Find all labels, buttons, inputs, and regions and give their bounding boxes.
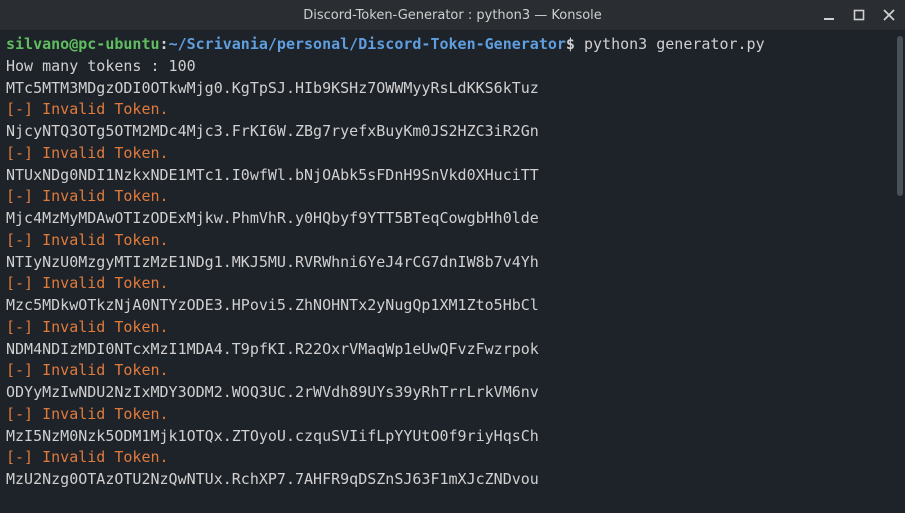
token-line: NTIyNzU0MzgyMTIzMzE1NDg1.MKJ5MU.RVRWhni6… bbox=[6, 252, 899, 274]
invalid-token-line: [-] Invalid Token. bbox=[6, 143, 899, 165]
minimize-button[interactable] bbox=[821, 7, 837, 23]
prompt-command: python3 generator.py bbox=[575, 35, 765, 53]
invalid-token-line: [-] Invalid Token. bbox=[6, 230, 899, 252]
token-line: NDM4NDIzMDI0NTcxMzI1MDA4.T9pfKI.R22OxrVM… bbox=[6, 339, 899, 361]
token-line: Mjc4MzMyMDAwOTIzODExMjkw.PhmVhR.y0HQbyf9… bbox=[6, 208, 899, 230]
prompt-dollar: $ bbox=[566, 35, 575, 53]
prompt-colon: : bbox=[160, 35, 169, 53]
titlebar: Discord-Token-Generator : python3 — Kons… bbox=[0, 0, 905, 30]
terminal-viewport[interactable]: silvano@pc-ubuntu:~/Scrivania/personal/D… bbox=[0, 30, 905, 513]
invalid-token-line: [-] Invalid Token. bbox=[6, 360, 899, 382]
prompt-line: silvano@pc-ubuntu:~/Scrivania/personal/D… bbox=[6, 34, 899, 56]
window-title: Discord-Token-Generator : python3 — Kons… bbox=[303, 8, 602, 23]
invalid-token-line: [-] Invalid Token. bbox=[6, 447, 899, 469]
token-line: Mzc5MDkwOTkzNjA0NTYzODE3.HPovi5.ZhNOHNTx… bbox=[6, 295, 899, 317]
invalid-token-line: [-] Invalid Token. bbox=[6, 186, 899, 208]
invalid-token-line: [-] Invalid Token. bbox=[6, 317, 899, 339]
maximize-button[interactable] bbox=[851, 7, 867, 23]
prompt-path: ~/Scrivania/personal/Discord-Token-Gener… bbox=[169, 35, 566, 53]
prompt-host: pc-ubuntu bbox=[78, 35, 159, 53]
token-line: ODYyMzIwNDU2NzIxMDY3ODM2.WOQ3UC.2rWVdh89… bbox=[6, 382, 899, 404]
token-line: MzI5NzM0Nzk5ODM1Mjk1OTQx.ZTOyoU.czquSVIi… bbox=[6, 426, 899, 448]
token-line: NjcyNTQ3OTg5OTM2MDc4Mjc3.FrKI6W.ZBg7ryef… bbox=[6, 121, 899, 143]
invalid-token-line: [-] Invalid Token. bbox=[6, 99, 899, 121]
token-line: MTc5MTM3MDgzODI0OTkwMjg0.KgTpSJ.HIb9KSHz… bbox=[6, 78, 899, 100]
token-line: MzU2Nzg0OTAzOTU2NzQwNTUx.RchXP7.7AHFR9qD… bbox=[6, 469, 899, 491]
prompt-at: @ bbox=[69, 35, 78, 53]
input-question-line: How many tokens : 100 bbox=[6, 56, 899, 78]
scrollbar-thumb[interactable] bbox=[897, 36, 903, 196]
close-button[interactable] bbox=[881, 7, 897, 23]
invalid-token-line: [-] Invalid Token. bbox=[6, 404, 899, 426]
prompt-user: silvano bbox=[6, 35, 69, 53]
invalid-token-line: [-] Invalid Token. bbox=[6, 273, 899, 295]
token-line: NTUxNDg0NDI1NzkxNDE1MTc1.I0wfWl.bNjOAbk5… bbox=[6, 165, 899, 187]
window-controls bbox=[821, 7, 897, 23]
